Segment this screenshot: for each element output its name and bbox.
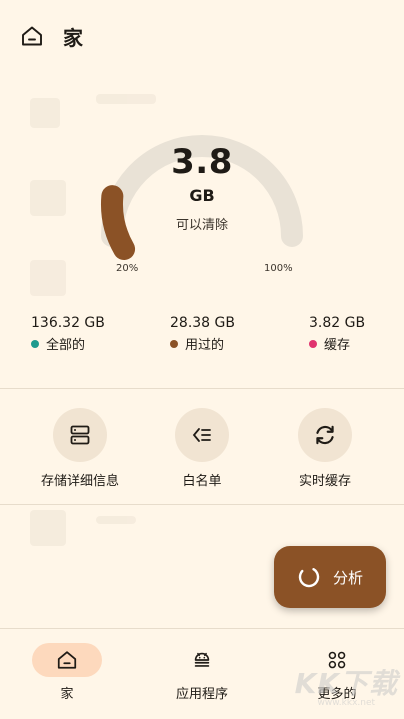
gauge-value: 3.8 [171,142,233,182]
nav-label: 家 [60,687,74,702]
stat-value: 28.38 GB [170,315,235,331]
legend-dot [170,339,178,348]
stat-value: 136.32 GB [31,315,105,331]
stat-cache: 3.82 GB 缓存 [309,315,365,353]
analyze-button[interactable]: 分析 [274,546,386,608]
gauge-max-label: 100% [264,263,293,274]
action-circle[interactable] [298,408,352,462]
nav-apps[interactable]: 应用程序 [135,643,269,702]
action-label: 实时缓存 [298,474,351,489]
analyze-label: 分析 [332,568,363,587]
divider [0,504,404,505]
spinner-icon [298,566,320,588]
realtime-cache-button[interactable]: 实时缓存 [265,408,385,489]
list-check-icon [192,428,211,442]
top-app-bar: 家 [0,0,404,72]
nav-home[interactable]: 家 [0,643,134,702]
gauge-caption: 可以清除 [175,218,228,233]
action-label: 白名单 [182,474,222,489]
legend-dot [31,339,39,348]
stat-label: 全部的 [46,338,86,353]
android-icon [194,652,210,667]
storage-details-button[interactable]: 存储详细信息 [20,408,140,489]
legend-dot [309,339,317,348]
home-icon[interactable] [20,24,44,48]
stat-used: 28.38 GB 用过的 [170,315,235,353]
stat-label: 缓存 [324,338,351,353]
page-title: 家 [63,26,83,50]
watermark-logo: KK下载 www.kkx.net [295,662,398,708]
nav-pill[interactable] [167,643,237,677]
gauge-min-label: 20% [116,263,139,274]
action-circle[interactable] [53,408,107,462]
watermark-text: KK下载 [294,667,398,700]
stat-total: 136.32 GB 全部的 [31,315,105,353]
home-icon [57,651,77,669]
nav-label: 应用程序 [175,687,228,702]
action-circle[interactable] [175,408,229,462]
stat-label: 用过的 [185,338,225,353]
divider [0,388,404,389]
whitelist-button[interactable]: 白名单 [142,408,262,489]
gauge-unit: GB [189,186,215,205]
action-label: 存储详细信息 [40,474,119,489]
storage-icon [70,425,90,445]
refresh-icon [316,425,334,445]
stat-value: 3.82 GB [309,315,366,331]
nav-pill[interactable] [32,643,102,677]
